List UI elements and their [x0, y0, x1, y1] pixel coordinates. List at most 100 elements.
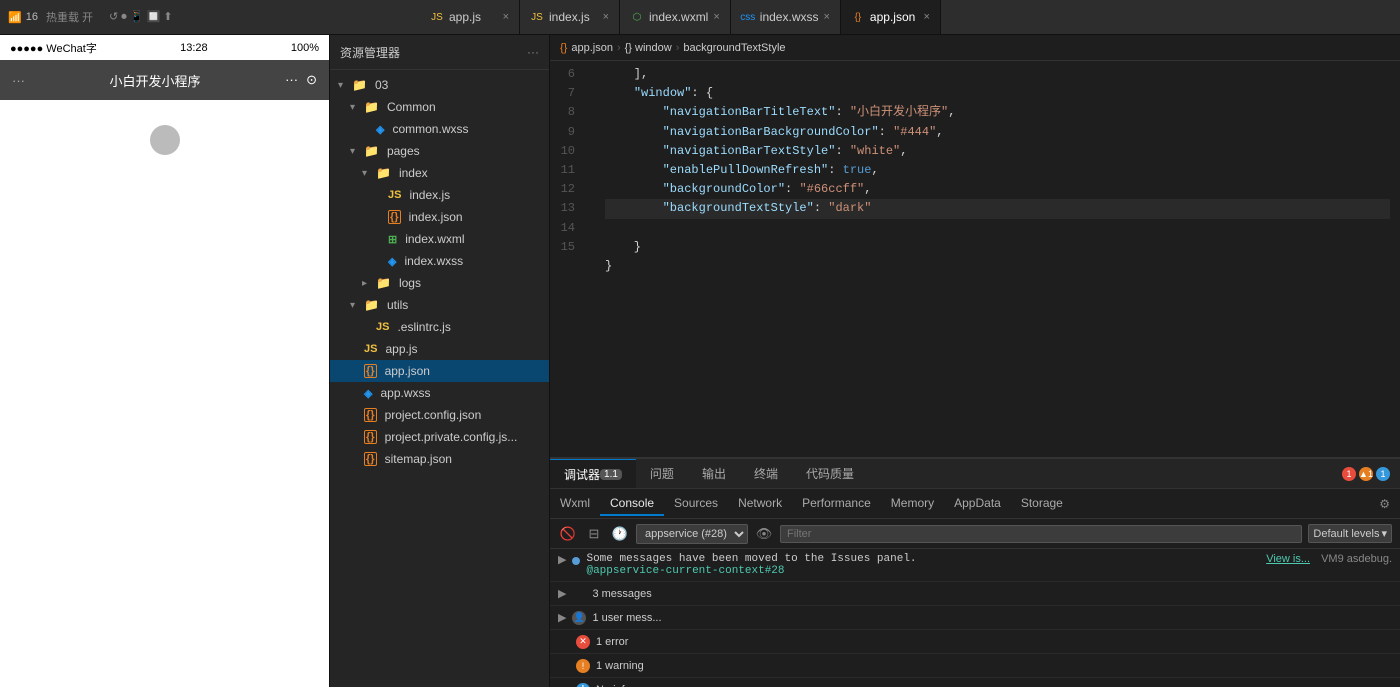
debug-tab-quality[interactable]: 代码质量	[792, 459, 868, 488]
console-tab-memory[interactable]: Memory	[881, 492, 944, 516]
file-label: logs	[399, 276, 421, 290]
editor-tab-index-wxml[interactable]: ⬡index.wxml×	[620, 0, 731, 34]
tab-close-app-json[interactable]: ×	[923, 11, 929, 23]
console-tab-appdatas[interactable]: AppData	[944, 492, 1011, 516]
code-content[interactable]: ], "window": { "navigationBarTitleText":…	[595, 61, 1400, 457]
tree-item-index-wxss-file[interactable]: ◈index.wxss	[330, 250, 549, 272]
console-row-warning[interactable]: !1 warning	[550, 654, 1400, 678]
phone-title-bar: ··· 小白开发小程序 ··· ⊙	[0, 60, 329, 100]
debug-bar: 调试器 1.1问题输出终端代码质量 1 ▲ 1 1	[550, 459, 1400, 489]
expand-arrow[interactable]: ▶	[558, 553, 566, 566]
message-content: Some messages have been moved to the Iss…	[586, 553, 1260, 577]
tree-item-index-js[interactable]: JSindex.js	[330, 184, 549, 206]
settings-icon[interactable]: ⚙	[1379, 497, 1390, 511]
tree-item-sitemap[interactable]: {}sitemap.json	[330, 448, 549, 470]
tree-item-common-wxss[interactable]: ◈ common.wxss	[330, 118, 549, 140]
debug-tab-debugger[interactable]: 调试器 1.1	[550, 459, 636, 488]
editor-tab-app-json[interactable]: {}app.json×	[841, 0, 941, 34]
folder-arrow: ▸	[362, 278, 372, 289]
tree-item-app-js-file[interactable]: JSapp.js	[330, 338, 549, 360]
code-line: "navigationBarTitleText": "小白开发小程序",	[605, 103, 1390, 122]
debug-tab-output[interactable]: 输出	[688, 459, 740, 488]
tree-item-eslintrc[interactable]: JS.eslintrc.js	[330, 316, 549, 338]
debug-tab-terminal[interactable]: 终端	[740, 459, 792, 488]
line-number: 7	[550, 84, 585, 103]
editor-area[interactable]: 6789101112131415 ], "window": { "navigat…	[550, 61, 1400, 457]
history-btn[interactable]: 🕐	[610, 524, 630, 544]
editor-tab-app-js[interactable]: JSapp.js×	[420, 0, 520, 34]
console-content[interactable]: ▶ Some messages have been moved to the I…	[550, 549, 1400, 687]
file-label: common.wxss	[392, 122, 468, 136]
console-tab-storage[interactable]: Storage	[1011, 492, 1073, 516]
debug-tab-issues[interactable]: 问题	[636, 459, 688, 488]
row-text: 1 user mess...	[592, 612, 661, 624]
tree-item-app-json-file[interactable]: {}app.json	[330, 360, 549, 382]
tab-icon-index-wxss: css	[741, 10, 755, 24]
console-tab-wxml[interactable]: Wxml	[550, 492, 600, 516]
line-number: 9	[550, 123, 585, 142]
wxml-icon: ⊞	[388, 233, 397, 246]
file-label: sitemap.json	[385, 452, 452, 466]
editor-tab-index-wxss[interactable]: cssindex.wxss×	[731, 0, 841, 34]
line-number: 15	[550, 238, 585, 257]
wxss-icon: ◈	[376, 123, 384, 136]
filter-input[interactable]	[780, 525, 1302, 543]
console-row-info[interactable]: ℹNo info	[550, 678, 1400, 687]
file-label: project.private.config.js...	[385, 430, 518, 444]
row-arrow[interactable]: ▶	[558, 587, 566, 600]
line-number: 8	[550, 103, 585, 122]
info-count-badge: 1	[1376, 467, 1390, 481]
tree-item-logs-folder[interactable]: ▸ 📁 logs	[330, 272, 549, 294]
tab-icon-app-json: {}	[851, 10, 865, 24]
eye-btn[interactable]: 👁	[754, 524, 774, 544]
line-number: 6	[550, 65, 585, 84]
tree-item-index-wxml[interactable]: ⊞index.wxml	[330, 228, 549, 250]
console-tab-performance[interactable]: Performance	[792, 492, 881, 516]
tree-item-project-private[interactable]: {}project.private.config.js...	[330, 426, 549, 448]
console-system-message[interactable]: ▶ Some messages have been moved to the I…	[550, 549, 1400, 582]
phone-share-icon[interactable]: ⊙	[306, 72, 317, 88]
tab-close-index-js[interactable]: ×	[603, 11, 609, 23]
tree-item-Common[interactable]: ▾📁Common	[330, 96, 549, 118]
phone-time: 13:28	[180, 42, 208, 54]
tree-item-index-json[interactable]: {}index.json	[330, 206, 549, 228]
editor-tab-index-js[interactable]: JSindex.js×	[520, 0, 620, 34]
hotload-btn[interactable]: 热重载 开	[46, 9, 93, 25]
phone-content	[0, 100, 329, 687]
tab-close-index-wxss[interactable]: ×	[823, 11, 829, 23]
clear-console-btn[interactable]: 🚫	[558, 524, 578, 544]
view-issues-link[interactable]: View is...	[1266, 553, 1310, 565]
tree-item-pages[interactable]: ▾📁pages	[330, 140, 549, 162]
js-icon: JS	[364, 343, 377, 355]
file-panel-header: 资源管理器 ···	[330, 35, 549, 70]
tree-item-app-wxss-file[interactable]: ◈app.wxss	[330, 382, 549, 404]
tree-item-index-folder[interactable]: ▾📁index	[330, 162, 549, 184]
phone-more-icon[interactable]: ···	[285, 72, 298, 88]
row-text: 3 messages	[592, 588, 651, 600]
default-levels-select[interactable]: Default levels ▾	[1308, 524, 1392, 543]
tree-item-03[interactable]: ▾📁03	[330, 74, 549, 96]
wxss-icon: ◈	[388, 255, 396, 268]
folder-icon: 📁	[376, 276, 391, 290]
phone-status-bar: ●●●●● WeChat字 13:28 100%	[0, 35, 329, 60]
console-tab-sources[interactable]: Sources	[664, 492, 728, 516]
console-tab-console[interactable]: Console	[600, 492, 664, 516]
console-row-error[interactable]: ✕1 error	[550, 630, 1400, 654]
editor-panel: {} app.json › {} window › backgroundText…	[550, 35, 1400, 687]
tab-close-index-wxml[interactable]: ×	[713, 11, 719, 23]
tree-item-utils-folder[interactable]: ▾📁utils	[330, 294, 549, 316]
console-row-messages[interactable]: ▶ 3 messages	[550, 582, 1400, 606]
row-arrow[interactable]: ▶	[558, 611, 566, 624]
context-selector[interactable]: appservice (#28)	[636, 524, 748, 544]
editor-tabs: JSapp.js×JSindex.js×⬡index.wxml×cssindex…	[420, 0, 1400, 34]
console-row-user-msg[interactable]: ▶👤1 user mess...	[550, 606, 1400, 630]
console-tab-network[interactable]: Network	[728, 492, 792, 516]
tab-close-app-js[interactable]: ×	[503, 11, 509, 23]
file-explorer: 资源管理器 ··· ▾📁03▾📁Common ◈ common.wxss ▾📁page…	[330, 35, 550, 687]
signal-value: 16	[26, 11, 38, 23]
file-panel-more[interactable]: ···	[527, 45, 539, 59]
phone-back-icon: ···	[12, 73, 25, 88]
tree-item-project-config[interactable]: {}project.config.json	[330, 404, 549, 426]
filter-toggle-btn[interactable]: ⊟	[584, 524, 604, 544]
folder-icon: 📁	[352, 78, 367, 92]
